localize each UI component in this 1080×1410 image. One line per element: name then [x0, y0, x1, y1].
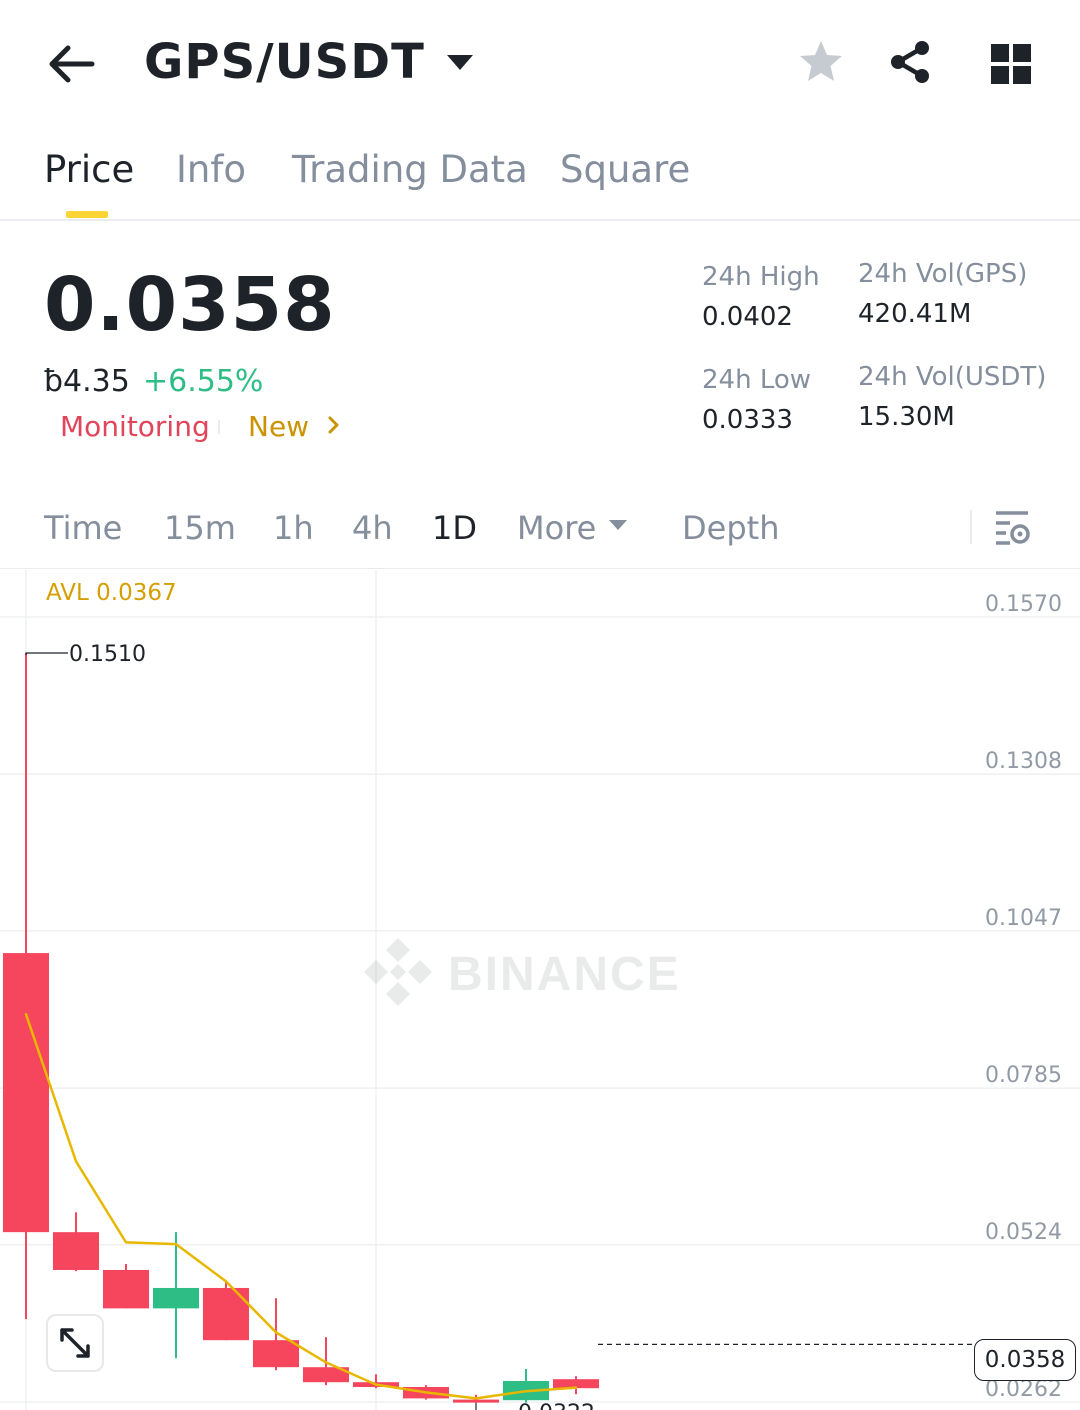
candle-body	[203, 1287, 249, 1341]
share-icon[interactable]	[886, 38, 936, 88]
tag-divider	[218, 420, 220, 434]
tabs-divider	[0, 219, 1080, 221]
candle-body	[253, 1340, 299, 1368]
y-axis-labels: 0.15700.13080.10470.07850.05240.0262	[985, 592, 1062, 1402]
candlestick-chart[interactable]: BINANCE 0.1570 0.1308 0.1047 0.0785 0.0524 0.…	[0, 570, 1080, 1410]
tab-square[interactable]: Square	[560, 148, 690, 191]
candle	[53, 1212, 99, 1272]
tab-trading-data[interactable]: Trading Data	[292, 148, 528, 191]
candle-body	[153, 1287, 199, 1309]
high-value: 0.0402	[702, 302, 793, 332]
candle-body	[453, 1399, 499, 1403]
interval-4h[interactable]: 4h	[352, 509, 393, 547]
y-tick-label: 0.0524	[985, 1220, 1062, 1245]
chart-top-divider	[0, 568, 1080, 569]
y-tick-label: 0.1570	[985, 592, 1062, 617]
vol-base-label: 24h Vol(GPS)	[858, 259, 1028, 289]
candles	[3, 653, 599, 1404]
new-tag[interactable]: New	[248, 410, 309, 443]
y-tick-label: 0.1047	[985, 906, 1062, 931]
min-price-label: 0.0322	[518, 1401, 595, 1410]
active-tab-indicator	[66, 211, 108, 218]
fiat-price: ƀ4.35	[44, 364, 130, 399]
tab-info[interactable]: Info	[176, 148, 246, 191]
chart-settings-icon[interactable]	[990, 506, 1034, 550]
chevron-down-icon	[446, 54, 473, 70]
watermark-text: BINANCE	[448, 948, 681, 1001]
pair-title: GPS/USDT	[144, 34, 425, 90]
candle	[3, 653, 49, 1320]
interval-more[interactable]: More	[517, 509, 596, 547]
vol-base-value: 420.41M	[858, 299, 972, 329]
star-icon[interactable]	[796, 38, 846, 88]
fullscreen-icon[interactable]	[46, 1314, 104, 1372]
grid-icon[interactable]	[986, 38, 1036, 88]
y-tick-label: 0.0785	[985, 1063, 1062, 1088]
last-price-tag: 0.0358	[974, 1339, 1076, 1381]
vol-quote-label: 24h Vol(USDT)	[858, 362, 1047, 392]
avl-line	[24, 1013, 578, 1400]
candle	[253, 1298, 299, 1371]
header: GPS/USDT	[0, 0, 1080, 125]
candle	[553, 1376, 599, 1395]
monitoring-tag[interactable]: Monitoring	[60, 410, 210, 443]
depth-tab[interactable]: Depth	[682, 509, 779, 547]
more-caret-icon	[609, 520, 627, 530]
interval-15m[interactable]: 15m	[164, 509, 236, 547]
candle-body	[103, 1269, 149, 1309]
candle-body	[53, 1232, 99, 1270]
low-value: 0.0333	[702, 405, 793, 435]
pair-selector[interactable]: GPS/USDT	[144, 34, 473, 90]
avl-label: AVL 0.0367	[46, 580, 177, 606]
max-price-label: 0.1510	[69, 642, 146, 667]
candle-body	[3, 953, 49, 1233]
last-price: 0.0358	[44, 262, 336, 348]
high-label: 24h High	[702, 262, 820, 292]
interval-time[interactable]: Time	[44, 509, 122, 547]
interval-divider	[970, 510, 972, 544]
back-arrow-icon[interactable]	[44, 36, 100, 92]
candle	[503, 1368, 549, 1403]
chevron-right-icon[interactable]	[322, 413, 346, 437]
price-change: +6.55%	[143, 364, 264, 399]
candle	[203, 1281, 249, 1341]
max-marker: 0.1510	[25, 642, 146, 667]
vol-quote-value: 15.30M	[858, 402, 955, 432]
candle	[153, 1232, 199, 1359]
y-tick-label: 0.1308	[985, 749, 1062, 774]
interval-1d[interactable]: 1D	[432, 509, 477, 547]
tab-price[interactable]: Price	[44, 148, 134, 191]
low-label: 24h Low	[702, 365, 812, 395]
candle	[103, 1263, 149, 1309]
interval-1h[interactable]: 1h	[273, 509, 314, 547]
binance-watermark: BINANCE	[364, 938, 681, 1006]
